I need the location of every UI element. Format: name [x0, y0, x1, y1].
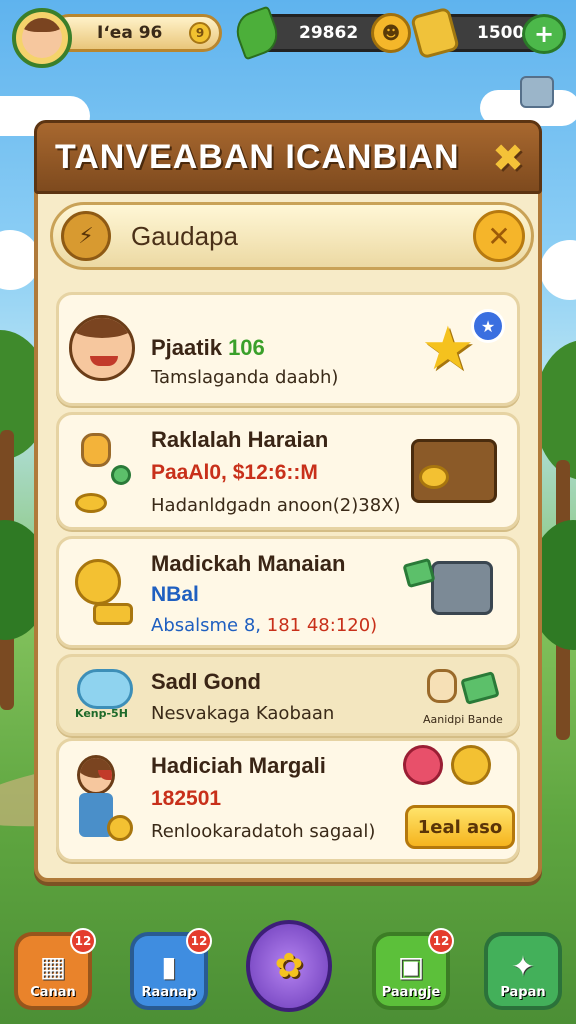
log-icon: ▮	[161, 950, 177, 983]
nav-button-paangje[interactable]: ▣ Paangje 12	[372, 928, 454, 1010]
claim-button[interactable]: 1eal aso	[405, 805, 515, 849]
gold-coins-icon	[419, 465, 449, 489]
rewards-modal: TANVEABAN ICANBIAN ✖ ⚡ Gaudapa ✕ Pjaatik…	[34, 120, 542, 882]
nav-label: Papan	[500, 985, 546, 1000]
reward-card[interactable]: Raklalah Haraian PaaAl0, $12:6::M Hadanl…	[56, 412, 520, 530]
player-name-pill[interactable]: Iʻea 96 9	[50, 14, 222, 52]
card-value: 182501	[151, 787, 222, 810]
smiley-icon: ☻	[371, 13, 411, 53]
cloud-icon	[77, 669, 133, 709]
leaf-icon	[230, 5, 284, 61]
coin-stack-icon	[93, 603, 133, 625]
boy-avatar-icon	[69, 315, 135, 381]
plus-icon: +	[533, 20, 555, 48]
gems-value: 29862	[299, 23, 359, 43]
card-title: Pjaatik 106	[151, 335, 265, 360]
card-description: Renlookaradatoh sagaal)	[151, 821, 376, 842]
cash-icon	[460, 671, 500, 705]
slot-machine-icon	[431, 561, 493, 615]
nav-label: Canan	[30, 985, 76, 1000]
nav-button-papan[interactable]: ✦ Papan	[484, 932, 562, 1010]
nav-button-canan[interactable]: ▦ Canan 12	[14, 928, 96, 1010]
player-avatar[interactable]	[12, 8, 72, 68]
section-close-button[interactable]: ✕	[473, 210, 525, 262]
chest-icon: ▣	[397, 950, 425, 983]
lightning-icon: ⚡	[61, 211, 111, 261]
gems-counter[interactable]: 29862 ☻	[230, 5, 411, 61]
map-icon: ▦	[39, 950, 67, 983]
nav-button-raanap[interactable]: ▮ Raanap 12	[130, 928, 212, 1010]
cat-figure-icon	[81, 433, 111, 467]
card-title: Sadl Gond	[151, 669, 261, 694]
close-icon[interactable]: ✖	[487, 136, 529, 180]
boy-figure-icon	[77, 755, 115, 795]
reward-card[interactable]: Madickah Manaian NBal Absalsme 8, 181 48…	[56, 536, 520, 648]
card-description: Tamslaganda daabh)	[151, 367, 339, 388]
card-description: Nesvakaga Kaobaan	[151, 703, 335, 724]
reward-card[interactable]: Kenp-5H Sadl Gond Nesvakaga Kaobaan Aani…	[56, 654, 520, 736]
nav-label: Raanap	[141, 985, 197, 1000]
card-title: Raklalah Haraian	[151, 427, 329, 452]
bird-icon: ✿	[274, 946, 304, 986]
section-bar[interactable]: ⚡ Gaudapa ✕	[50, 202, 534, 270]
card-description: Absalsme 8, 181 48:120)	[151, 615, 378, 636]
card-description: Hadanldgadn anoon(2)38X)	[151, 495, 401, 516]
smiley-coin-icon	[451, 745, 491, 785]
gold-value: 1500	[477, 23, 525, 43]
coin-icon	[107, 815, 133, 841]
reward-card[interactable]: Pjaatik 106 Tamslaganda daabh) ★ ★	[56, 292, 520, 406]
gold-bar-icon	[409, 6, 461, 60]
star-icon: ✦	[511, 950, 535, 983]
star-badge-icon: ★	[471, 309, 505, 343]
clover-icon	[108, 462, 134, 488]
side-label: Aanidpi Bande	[423, 713, 503, 726]
coin-icon	[75, 493, 107, 513]
modal-header: TANVEABAN ICANBIAN ✖	[34, 120, 542, 194]
nav-label: Paangje	[381, 985, 441, 1000]
card-value: PaaAl0, $12:6::M	[151, 461, 318, 484]
avatar-face-icon	[22, 18, 62, 58]
notification-badge: 12	[186, 928, 212, 954]
heart-badge-icon	[403, 745, 443, 785]
reward-card[interactable]: Hadiciah Margali 182501 Renlookaradatoh …	[56, 738, 520, 862]
top-bar: Iʻea 96 9 29862 ☻ 1500 +	[10, 5, 566, 68]
section-label: Gaudapa	[131, 220, 238, 251]
level-coin-icon: 9	[189, 22, 211, 44]
cloud	[540, 240, 576, 300]
modal-title: TANVEABAN ICANBIAN	[55, 137, 460, 176]
card-value: NBal	[151, 583, 199, 606]
add-currency-button[interactable]: +	[522, 14, 566, 54]
cloud-icon-label: Kenp-5H	[75, 707, 128, 720]
cat-figure-icon	[427, 669, 457, 703]
big-coin-icon	[75, 559, 121, 605]
notification-badge: 12	[428, 928, 454, 954]
player-name: Iʻea 96	[97, 23, 163, 43]
center-main-button[interactable]: ✿	[246, 920, 332, 1012]
notification-badge: 12	[70, 928, 96, 954]
card-title: Hadiciah Margali	[151, 753, 326, 778]
house-icon	[520, 76, 554, 108]
card-title: Madickah Manaian	[151, 551, 346, 576]
bottom-nav: ▦ Canan 12 ▮ Raanap 12 ✿ ▣ Paangje 12 ✦ …	[0, 920, 576, 1024]
